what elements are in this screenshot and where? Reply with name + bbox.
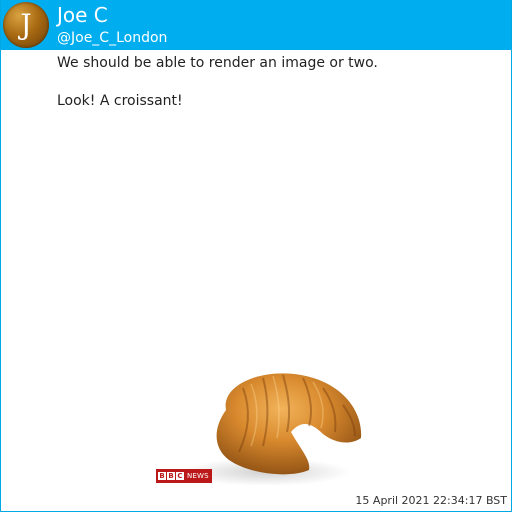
bbc-logo-text: NEWS (187, 472, 209, 480)
bbc-logo-box: B (158, 472, 166, 480)
post-text: We should be able to render an image or … (57, 54, 497, 130)
post-timestamp: 15 April 2021 22:34:17 BST (355, 494, 507, 507)
post-card: J Joe C @Joe_C_London We should be able … (0, 0, 512, 512)
post-line: We should be able to render an image or … (57, 55, 378, 71)
display-name[interactable]: Joe C (57, 3, 108, 27)
bbc-logo-box: C (176, 472, 184, 480)
user-handle[interactable]: @Joe_C_London (57, 29, 167, 47)
post-header: J Joe C @Joe_C_London (1, 0, 511, 50)
avatar-letter: J (20, 8, 32, 41)
avatar[interactable]: J (3, 2, 49, 48)
bbc-logo-box: B (167, 472, 175, 480)
bbc-news-logo: B B C NEWS (156, 469, 212, 483)
post-line: Look! A croissant! (57, 93, 183, 109)
